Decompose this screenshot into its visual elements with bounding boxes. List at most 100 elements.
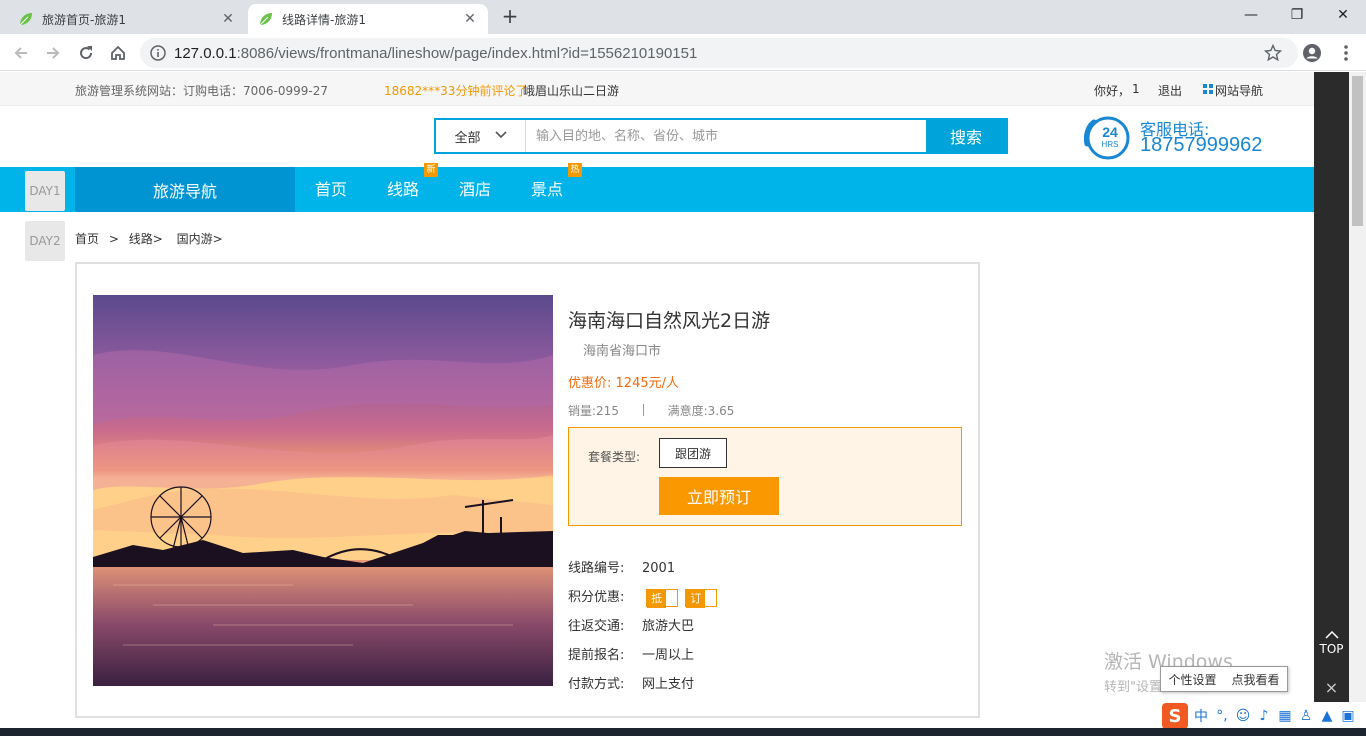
- minimize-icon[interactable]: —: [1228, 0, 1274, 30]
- ticker-item-link[interactable]: 峨眉山乐山二日游: [523, 82, 619, 99]
- nav-item-lines[interactable]: 线路 新: [387, 163, 438, 212]
- site-nav-link[interactable]: 网站导航: [1215, 82, 1263, 99]
- ticker-user: 18682***33分钟前评论了: [384, 84, 528, 98]
- address-bar[interactable]: 127.0.0.1:8086/views/frontmana/lineshow/…: [140, 38, 1298, 68]
- divider: [642, 404, 644, 416]
- line-location: 海南省海口市: [583, 344, 662, 359]
- meta-payment: 付款方式: 网上支付: [568, 677, 695, 692]
- breadcrumb-lines[interactable]: 线路>: [129, 232, 163, 246]
- ime-language-toggle[interactable]: 中: [1193, 706, 1209, 726]
- restore-icon[interactable]: ❐: [1274, 0, 1320, 30]
- user-icon[interactable]: ♙: [1298, 708, 1314, 724]
- ime-view-link[interactable]: 点我看看: [1231, 671, 1279, 688]
- chevron-down-icon: [494, 130, 507, 142]
- side-close-icon[interactable]: ×: [1314, 678, 1349, 697]
- tab-title: 线路详情-旅游1: [282, 12, 366, 27]
- svg-text:24: 24: [1102, 124, 1118, 140]
- tab-home[interactable]: 旅游首页-旅游1 ✕: [8, 4, 246, 34]
- package-option-group-tour[interactable]: 跟团游: [659, 438, 727, 468]
- points-order-badge: 订: [685, 588, 718, 608]
- window-close-icon[interactable]: ✕: [1320, 0, 1366, 30]
- nav-item-attractions[interactable]: 景点 热: [531, 163, 582, 212]
- travel-guide-menu[interactable]: 旅游导航: [75, 167, 295, 212]
- meta-line-number: 线路编号: 2001: [568, 561, 676, 576]
- grid-icon: [1203, 83, 1213, 97]
- star-icon[interactable]: [1264, 44, 1282, 62]
- day-marker-2[interactable]: DAY2: [25, 221, 65, 261]
- breadcrumb-separator: >: [108, 232, 119, 246]
- back-icon[interactable]: [8, 40, 34, 66]
- site-header: 全部 搜索 24 HRS 客服电话: 18757999962: [0, 106, 1349, 167]
- new-badge: 新: [424, 163, 438, 177]
- page-viewport: 旅游管理系统网站：订购电话：7006-0999-27 18682***33分钟前…: [0, 72, 1349, 736]
- emoji-icon[interactable]: ☺: [1235, 708, 1251, 724]
- new-tab-button[interactable]: +: [498, 5, 522, 29]
- tab-strip: 旅游首页-旅游1 ✕ 线路详情-旅游1 ✕ + — ❐ ✕: [0, 0, 1366, 34]
- tab-line-detail[interactable]: 线路详情-旅游1 ✕: [248, 4, 488, 34]
- forward-icon[interactable]: [40, 40, 66, 66]
- microphone-icon[interactable]: ♪: [1256, 708, 1272, 724]
- punctuation-icon[interactable]: °,: [1214, 708, 1230, 724]
- hot-badge: 热: [568, 163, 582, 177]
- meta-points: 积分优惠: 抵 订: [568, 586, 720, 608]
- info-icon[interactable]: [150, 45, 166, 61]
- close-icon[interactable]: ✕: [220, 11, 236, 27]
- site-info: 旅游管理系统网站：订购电话：7006-0999-27: [75, 84, 329, 98]
- search-input[interactable]: [526, 120, 926, 152]
- satisfaction-score: 3.65: [707, 404, 735, 418]
- day-marker-1[interactable]: DAY1: [25, 171, 65, 211]
- customer-hotline: 24 HRS 客服电话: 18757999962: [1084, 114, 1284, 160]
- leaf-icon: [259, 13, 272, 26]
- search-bar: 全部 搜索: [434, 118, 1008, 154]
- hotline-number: 18757999962: [1140, 134, 1263, 156]
- keyboard-icon[interactable]: ▦: [1277, 708, 1293, 724]
- username-link[interactable]: 1: [1132, 82, 1140, 96]
- home-icon[interactable]: [105, 40, 131, 66]
- vertical-scrollbar[interactable]: [1349, 72, 1366, 728]
- meta-transport: 往返交通: 旅游大巴: [568, 619, 695, 634]
- line-title: 海南海口自然风光2日游: [568, 310, 771, 332]
- side-toolbar: TOP ×: [1314, 72, 1349, 736]
- package-type-label: 套餐类型:: [588, 450, 641, 464]
- meta-advance-signup: 提前报名: 一周以上: [568, 648, 695, 663]
- browser-toolbar: 127.0.0.1:8086/views/frontmana/lineshow/…: [0, 34, 1366, 71]
- menu-icon[interactable]: [1333, 40, 1359, 66]
- toolbox-icon[interactable]: ▣: [1340, 708, 1356, 724]
- svg-text:HRS: HRS: [1102, 140, 1119, 149]
- skin-icon[interactable]: ▲: [1319, 708, 1335, 724]
- reload-icon[interactable]: [73, 40, 99, 66]
- greeting: 你好，: [1094, 84, 1131, 98]
- line-stats: 销量:215 满意度:3.65: [568, 404, 735, 418]
- book-now-button[interactable]: 立即预订: [659, 477, 779, 515]
- search-category-select[interactable]: 全部: [436, 120, 526, 152]
- breadcrumb: 首页 > 线路> 国内游>: [75, 230, 229, 247]
- line-detail-card: 海南海口自然风光2日游 海南省海口市 优惠价: 1245元/人 销量:215 满…: [75, 262, 980, 718]
- 24h-phone-icon: 24 HRS: [1084, 116, 1130, 160]
- leaf-icon: [19, 13, 32, 26]
- chevron-up-icon: [1324, 630, 1339, 639]
- sogou-logo-icon[interactable]: S: [1162, 703, 1188, 729]
- account-icon[interactable]: [1299, 40, 1325, 66]
- nav-item-hotels[interactable]: 酒店: [459, 167, 491, 212]
- breadcrumb-domestic[interactable]: 国内游>: [177, 232, 223, 246]
- booking-panel: 套餐类型: 跟团游 立即预订: [568, 427, 962, 526]
- line-photo: [93, 295, 553, 686]
- points-deduct-badge: 抵: [646, 588, 679, 608]
- site-topbar: 旅游管理系统网站：订购电话：7006-0999-27 18682***33分钟前…: [0, 72, 1349, 106]
- ime-toolbar: S 中 °, ☺ ♪ ▦ ♙ ▲ ▣: [1160, 702, 1366, 730]
- line-price: 优惠价: 1245元/人: [568, 376, 679, 391]
- close-icon[interactable]: ✕: [462, 11, 478, 27]
- breadcrumb-home[interactable]: 首页: [75, 232, 99, 246]
- os-taskbar: [0, 728, 1366, 736]
- logout-link[interactable]: 退出: [1158, 82, 1182, 99]
- main-nav: 旅游导航 首页 线路 新 酒店 景点 热: [0, 163, 1349, 212]
- sales-count: 215: [596, 404, 619, 418]
- scrollbar-thumb[interactable]: [1352, 76, 1363, 226]
- url-text: 127.0.0.1:8086/views/frontmana/lineshow/…: [174, 44, 698, 62]
- search-button[interactable]: 搜索: [926, 120, 1006, 152]
- ime-tooltip: 个性设置 点我看看: [1160, 666, 1288, 692]
- ime-settings-link[interactable]: 个性设置: [1168, 671, 1216, 688]
- back-to-top-button[interactable]: TOP: [1314, 628, 1349, 656]
- tab-title: 旅游首页-旅游1: [42, 12, 126, 27]
- nav-item-home[interactable]: 首页: [315, 167, 347, 212]
